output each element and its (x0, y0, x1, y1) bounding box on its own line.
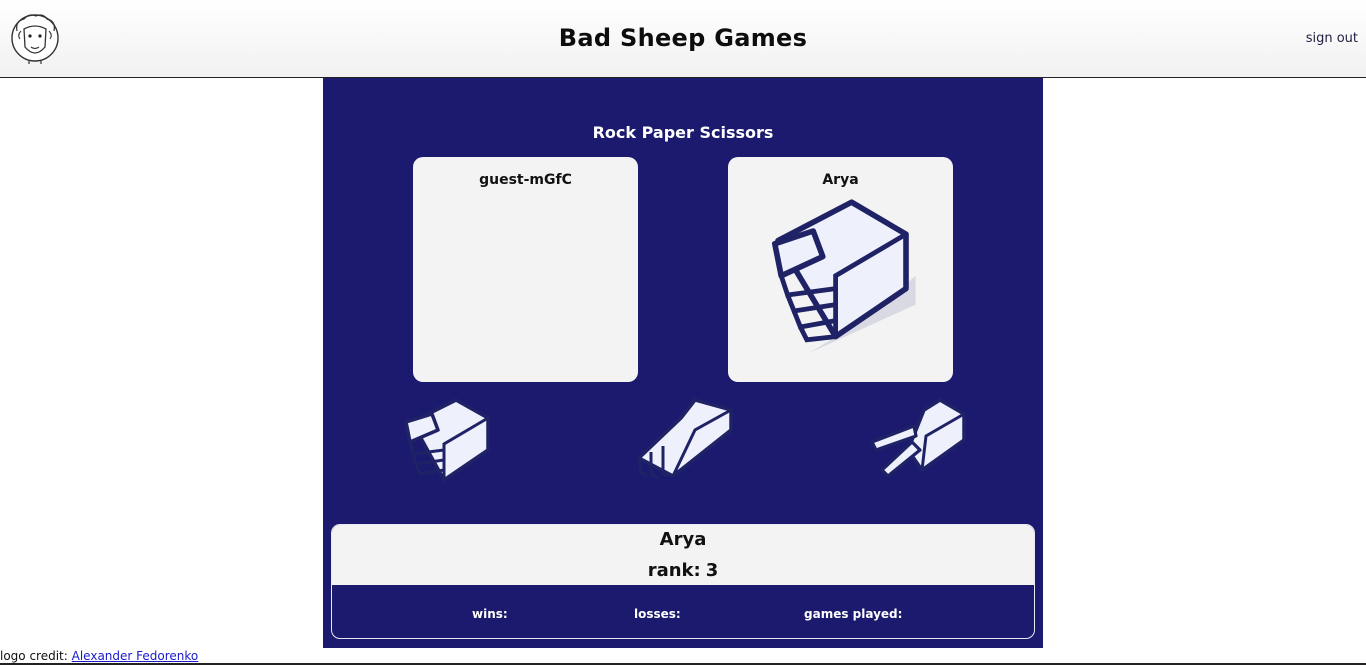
site-title: Bad Sheep Games (558, 24, 808, 52)
stats-header: Arya rank: 3 (332, 525, 1034, 585)
games-played-label: games played: (804, 607, 903, 621)
player-card-guest: guest-mGfC (413, 157, 638, 382)
site-header: Bad Sheep Games sign out (0, 0, 1366, 78)
paper-choice-button[interactable] (633, 396, 733, 486)
rock-choice-button[interactable] (398, 396, 498, 486)
game-title: Rock Paper Scissors (592, 123, 774, 142)
wins-label: wins: (472, 607, 508, 621)
logo-credit: logo credit: Alexander Fedorenko (0, 649, 198, 663)
scissors-choice-button[interactable] (868, 396, 968, 486)
player-stats-card: Arya rank: 3 wins: losses: games played: (331, 524, 1035, 639)
rank-value: 3 (705, 560, 719, 581)
rank-label: rank: (647, 560, 701, 581)
player-name: guest-mGfC (479, 172, 572, 188)
logo-credit-link[interactable]: Alexander Fedorenko (72, 649, 199, 663)
losses-label: losses: (634, 607, 681, 621)
sign-out-link[interactable]: sign out (1306, 31, 1358, 46)
player-card-opponent: Arya (728, 157, 953, 382)
stats-player-name: Arya (659, 529, 707, 550)
logo-credit-label: logo credit: (0, 649, 68, 663)
game-panel: Rock Paper Scissors guest-mGfC Arya Arya… (323, 78, 1043, 648)
player-name: Arya (822, 172, 859, 188)
stats-rank: rank: 3 (332, 560, 1034, 581)
rock-hand-icon (772, 199, 916, 353)
